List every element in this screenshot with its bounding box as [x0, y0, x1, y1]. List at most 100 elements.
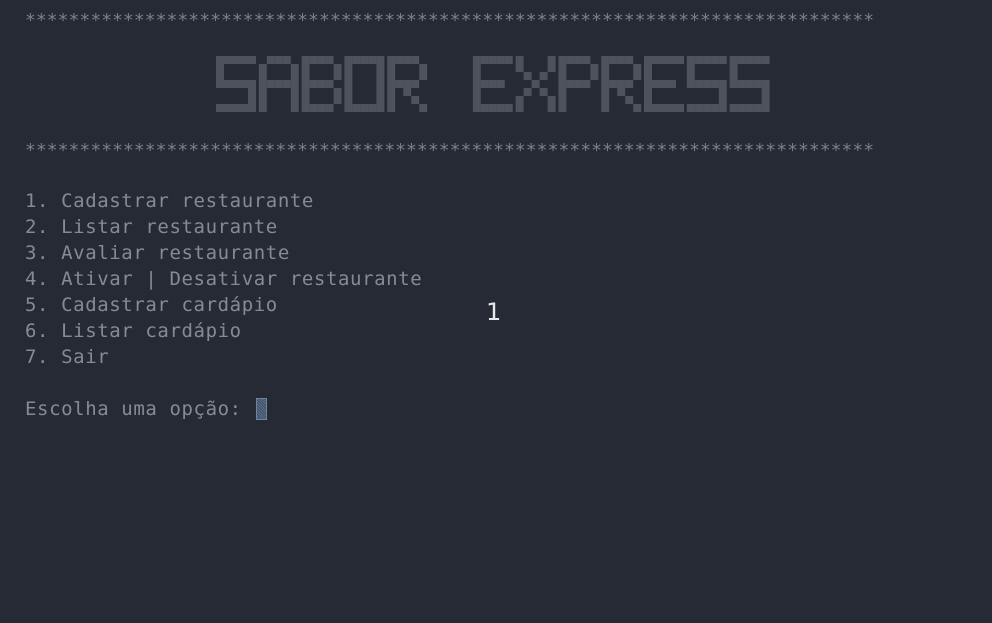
- banner-pixel: [266, 56, 275, 64]
- banner-pixel: [539, 72, 548, 80]
- banner-pixel: [282, 80, 291, 88]
- banner-pixel: [515, 104, 524, 112]
- banner-pixel: [601, 96, 610, 104]
- banner-pixel: [609, 56, 618, 64]
- banner-pixel: [325, 104, 334, 112]
- banner-pixel: [387, 80, 396, 88]
- banner-pixel: [387, 96, 396, 104]
- banner-pixel: [301, 96, 310, 104]
- banner-pixel: [333, 64, 342, 72]
- banner-pixel: [644, 64, 652, 72]
- banner-pixel: [718, 96, 727, 104]
- banner-pixel: [309, 56, 318, 64]
- banner-pixel: [729, 64, 738, 72]
- banner-pixel: [761, 104, 770, 112]
- terminal-window[interactable]: ****************************************…: [0, 0, 992, 623]
- banner-pixel: [240, 80, 248, 88]
- banner-pixel: [317, 104, 326, 112]
- banner-pixel: [496, 80, 505, 88]
- banner-pixel: [274, 80, 283, 88]
- banner-glyph: [686, 56, 727, 112]
- banner-pixel: [301, 64, 310, 72]
- banner-pixel: [344, 80, 353, 88]
- banner-pixel: [480, 80, 489, 88]
- banner-pixel: [539, 88, 548, 96]
- menu-item-ativar-desativar-restaurante: 4. Ativar | Desativar restaurante: [25, 268, 423, 290]
- banner-pixel: [472, 64, 481, 72]
- banner-pixel: [248, 88, 256, 96]
- text-cursor[interactable]: [255, 398, 267, 420]
- banner-pixel: [504, 56, 513, 64]
- banner-pixel: [258, 104, 267, 112]
- banner-logo-art: [216, 56, 770, 112]
- banner-pixel: [515, 56, 524, 64]
- banner-pixel: [625, 96, 634, 104]
- banner-pixel: [729, 72, 738, 80]
- banner-pixel: [301, 88, 310, 96]
- banner-pixel: [480, 56, 489, 64]
- banner-pixel: [387, 72, 396, 80]
- banner-pixel: [617, 88, 626, 96]
- banner-pixel: [745, 104, 754, 112]
- banner-pixel: [745, 56, 754, 64]
- overlay-number: 1: [486, 298, 502, 326]
- banner-pixel: [224, 104, 232, 112]
- banner-pixel: [633, 104, 642, 112]
- banner-pixel: [232, 56, 240, 64]
- banner-pixel: [504, 104, 513, 112]
- banner-pixel: [745, 80, 754, 88]
- banner-pixel: [729, 56, 738, 64]
- banner-pixel: [290, 88, 299, 96]
- banner-pixel: [216, 80, 224, 88]
- banner-glyph: [258, 56, 299, 112]
- banner-pixel: [232, 80, 240, 88]
- banner-pixel: [376, 96, 385, 104]
- banner-pixel: [686, 80, 695, 88]
- banner-pixel: [266, 80, 275, 88]
- banner-pixel: [547, 64, 556, 72]
- banner-pixel: [617, 56, 626, 64]
- banner-pixel: [216, 56, 224, 64]
- menu-item-listar-restaurante: 2. Listar restaurante: [25, 216, 278, 238]
- banner-pixel: [601, 56, 610, 64]
- banner-pixel: [258, 88, 267, 96]
- stars-divider-top: ****************************************…: [25, 10, 875, 31]
- banner-pixel: [496, 104, 505, 112]
- banner-pixel: [496, 56, 505, 64]
- banner-pixel: [547, 56, 556, 64]
- banner-pixel: [488, 80, 497, 88]
- banner-pixel: [368, 56, 377, 64]
- banner-pixel: [753, 104, 762, 112]
- banner-pixel: [694, 56, 703, 64]
- banner-pixel: [523, 72, 532, 80]
- banner-glyph: [216, 56, 256, 112]
- banner-pixel: [290, 80, 299, 88]
- banner-pixel: [668, 104, 676, 112]
- banner-pixel: [333, 88, 342, 96]
- input-prompt[interactable]: Escolha uma opção:: [25, 396, 267, 422]
- banner-pixel: [652, 80, 660, 88]
- banner-pixel: [344, 64, 353, 72]
- banner-pixel: [344, 104, 353, 112]
- banner-pixel: [333, 72, 342, 80]
- banner-pixel: [617, 80, 626, 88]
- main-menu: 1. Cadastrar restaurante 2. Listar resta…: [25, 188, 422, 370]
- banner-pixel: [224, 56, 232, 64]
- banner-pixel: [601, 104, 610, 112]
- banner-pixel: [325, 56, 334, 64]
- banner-pixel: [761, 80, 770, 88]
- banner-pixel: [344, 56, 353, 64]
- banner-pixel: [403, 56, 412, 64]
- banner-pixel: [309, 80, 318, 88]
- banner-pixel: [644, 72, 652, 80]
- banner-pixel: [660, 80, 668, 88]
- banner-pixel: [290, 64, 299, 72]
- banner-pixel: [344, 96, 353, 104]
- banner-pixel: [325, 80, 334, 88]
- banner-pixel: [660, 56, 668, 64]
- banner-pixel: [625, 80, 634, 88]
- banner-pixel: [387, 88, 396, 96]
- banner-pixel: [676, 104, 684, 112]
- banner-pixel: [472, 88, 481, 96]
- banner-pixel: [258, 64, 267, 72]
